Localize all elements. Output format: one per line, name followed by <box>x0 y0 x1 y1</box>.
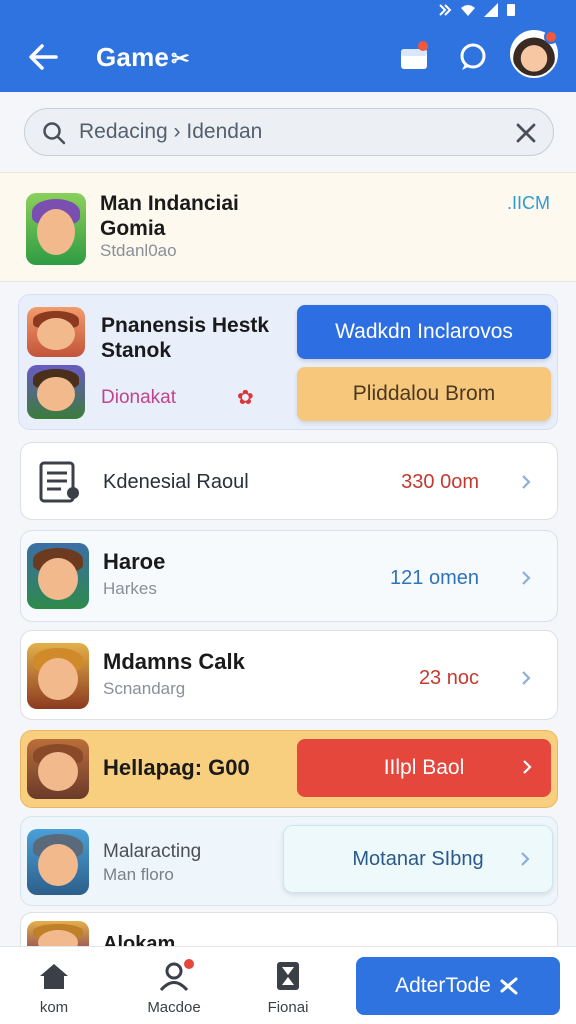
nfc-icon <box>439 4 452 16</box>
list-item-title: Haroe <box>103 549 166 574</box>
list-item-subtitle: Harkes <box>103 579 157 598</box>
game-thumbnail <box>27 365 85 419</box>
promo-secondary-button[interactable]: Pliddalou Brom <box>297 367 551 421</box>
featured-badge: .IICM <box>507 193 550 213</box>
list-item-value: 121 omen <box>390 567 479 589</box>
tab-hourglass[interactable]: Fionai <box>248 961 328 1016</box>
list-item[interactable]: Hellapag: G00 IIlpl Baol <box>20 730 558 808</box>
search-bar[interactable] <box>24 108 554 156</box>
list-item-action-button[interactable]: IIlpl Baol <box>297 739 551 797</box>
thumbnail-face <box>37 318 75 350</box>
thumbnail-face <box>38 557 78 600</box>
scissors-icon: ✂ <box>171 46 190 71</box>
list-item-subtitle: Scnandarg <box>103 679 186 698</box>
bottom-navigation: kom Macdoe Fionai AdterTode <box>0 946 576 1024</box>
wifi-icon <box>461 5 475 16</box>
chevron-right-icon <box>522 475 531 489</box>
promo-title: Pnanensis Hestk Stanok <box>101 314 270 362</box>
status-bar <box>0 0 576 22</box>
search-icon <box>43 122 66 145</box>
search-input[interactable] <box>79 119 479 145</box>
list-item[interactable]: Mdamns Calk Scnandarg 23 noc <box>20 630 558 720</box>
home-icon <box>40 964 68 989</box>
list-item-title: Hellapag: G00 <box>103 755 250 780</box>
list-item-title: Malaracting <box>103 841 202 862</box>
featured-title: Man Indanciai Gomia <box>100 192 239 240</box>
tab-home-label: kom <box>39 999 69 1016</box>
list-item-action-label: IIlpl Baol <box>383 756 465 779</box>
game-thumbnail <box>27 543 89 609</box>
list-item-title: Mdamns Calk <box>103 649 245 674</box>
hourglass-icon <box>277 962 299 990</box>
list-item-value: 330 0om <box>401 471 479 493</box>
close-icon[interactable] <box>513 120 539 146</box>
list-item-value: 23 noc <box>418 667 479 689</box>
avatar[interactable] <box>510 30 558 78</box>
shopping-bag-icon[interactable] <box>398 40 430 72</box>
battery-icon <box>507 4 515 16</box>
chevron-right-icon <box>522 671 531 685</box>
thumbnail-face <box>36 208 76 255</box>
promo-card: Pnanensis Hestk Stanok Dionakat ✿ Wadkdn… <box>18 294 558 430</box>
thumbnail-face <box>38 657 78 700</box>
tab-hourglass-label: Fionai <box>267 999 309 1016</box>
game-thumbnail <box>26 193 86 265</box>
list-item[interactable]: Malaracting Man floro Motanar SIbng <box>20 816 558 906</box>
game-thumbnail <box>27 643 89 709</box>
list-item-action-label: Motanar SIbng <box>352 847 484 870</box>
page-title: Game✂ <box>96 42 190 73</box>
notification-dot <box>182 957 196 971</box>
notification-dot <box>544 30 558 44</box>
game-thumbnail <box>27 739 89 799</box>
document-icon <box>39 461 79 503</box>
thumbnail-face <box>37 376 75 412</box>
tab-person-label: Macdoe <box>147 999 201 1016</box>
list-item-label: Kdenesial Raoul <box>103 471 249 493</box>
tab-person[interactable]: Macdoe <box>134 957 214 1016</box>
thumbnail-face <box>38 752 78 791</box>
game-thumbnail <box>27 829 89 895</box>
page-title-text: Game <box>96 42 170 72</box>
back-arrow-icon[interactable] <box>26 40 60 74</box>
signal-icon <box>484 3 498 17</box>
app-bar: Game✂ <box>0 22 576 92</box>
chevron-right-icon <box>523 760 532 774</box>
primary-action-button[interactable]: AdterTode <box>356 957 560 1015</box>
featured-card[interactable]: Man Indanciai Gomia Stdanl0ao .IICM <box>0 172 576 282</box>
primary-action-label: AdterTode <box>395 974 491 997</box>
status-icons <box>438 3 516 17</box>
tab-home[interactable]: kom <box>14 961 94 1016</box>
chevron-right-icon <box>522 571 531 585</box>
promo-primary-button[interactable]: Wadkdn Inclarovos <box>297 305 551 359</box>
promo-subtitle: Dionakat <box>101 387 176 408</box>
game-thumbnail <box>27 307 85 357</box>
chat-bubble-icon[interactable] <box>456 40 490 74</box>
chevron-right-icon <box>521 852 530 866</box>
list-item-subtitle: Man floro <box>103 865 174 884</box>
shuffle-icon <box>500 977 518 995</box>
list-item[interactable]: Haroe Harkes 121 omen <box>20 530 558 622</box>
thumbnail-face <box>38 843 78 886</box>
list-item-action-button[interactable]: Motanar SIbng <box>283 825 553 893</box>
list-item[interactable]: Kdenesial Raoul 330 0om <box>20 442 558 520</box>
featured-subtitle: Stdanl0ao <box>100 241 177 260</box>
clover-icon: ✿ <box>237 387 254 409</box>
